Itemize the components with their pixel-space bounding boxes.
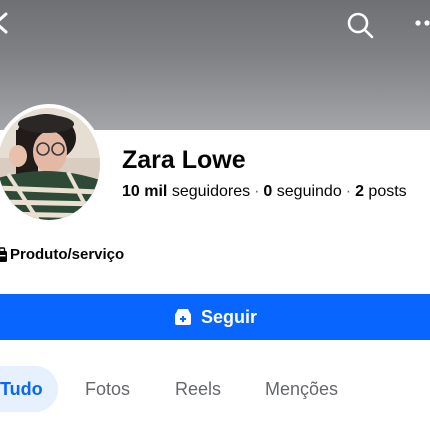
stats-separator: · [254,183,260,200]
tab-reels[interactable]: Reels [175,366,221,412]
follow-button-label: Seguir [200,306,257,327]
more-icon[interactable] [410,10,430,40]
following-label[interactable]: seguindo [277,183,342,200]
avatar[interactable] [0,108,100,220]
posts-label: posts [368,183,407,200]
follow-button[interactable]: Seguir [0,294,430,340]
briefcase-icon [0,246,7,262]
profile-page: Zara Lowe 10 mil seguidores · 0 seguindo · 2… [0,0,430,430]
chevron-left-icon[interactable] [0,8,16,38]
profile-name: Zara Lowe [122,146,246,174]
stats-separator: · [345,183,352,200]
posts-count: 2 [355,183,364,200]
tab-fotos[interactable]: Fotos [85,366,130,412]
tab-mencoes[interactable]: Menções [265,366,338,412]
tab-label: Menções [265,378,339,399]
followers-count[interactable]: 10 mil [122,183,167,200]
profile-stats: 10 mil seguidores · 0 seguindo · 2 posts [122,183,407,201]
tab-label: Reels [175,378,222,399]
tab-label: Fotos [85,378,131,399]
tab-label: Tudo [0,378,43,399]
category-label: Produto/serviço [10,246,125,263]
profile-category: Produto/serviço [0,246,124,263]
followers-label[interactable]: seguidores [172,183,250,200]
following-count[interactable]: 0 [263,183,272,200]
search-icon[interactable] [345,10,375,40]
follow-icon [174,309,191,325]
tab-tudo[interactable]: Tudo [0,366,58,412]
